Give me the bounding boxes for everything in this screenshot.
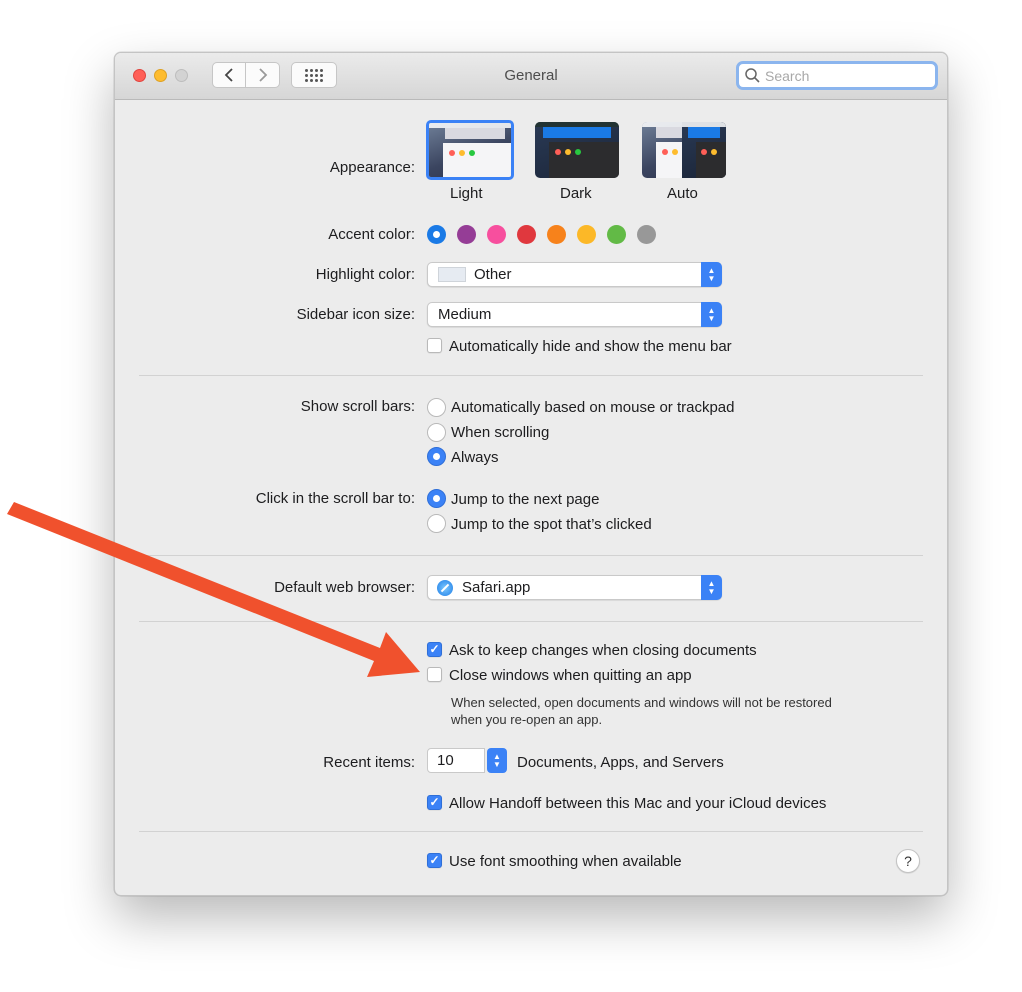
annotation-arrow-icon [7, 502, 420, 677]
